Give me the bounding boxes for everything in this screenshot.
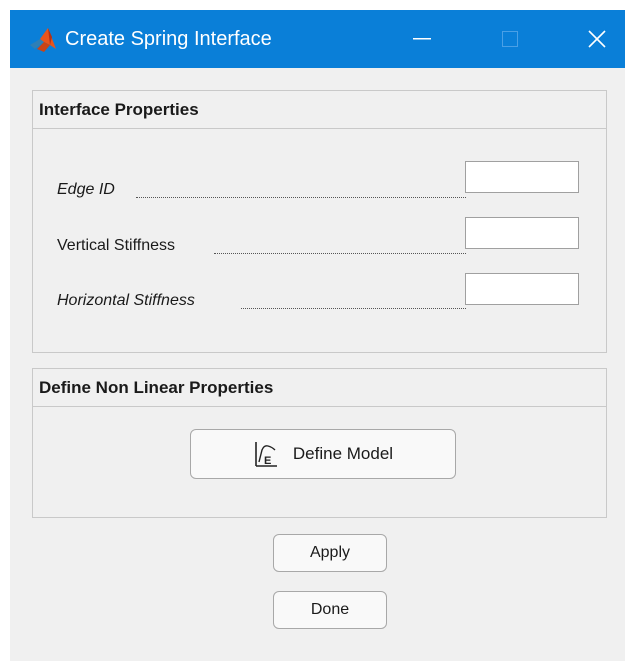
vertical-stiffness-label: Vertical Stiffness (57, 237, 175, 254)
apply-button[interactable]: Apply (273, 534, 387, 572)
maximize-button[interactable] (480, 10, 540, 68)
define-model-label: Define Model (292, 444, 394, 463)
edge-id-input[interactable] (465, 161, 579, 193)
edge-id-label: Edge ID (57, 181, 115, 198)
dialog-window: Create Spring Interface Interface Proper… (10, 10, 625, 661)
horizontal-stiffness-leader-dots (241, 308, 466, 309)
nonlinear-properties-header: Define Non Linear Properties (33, 369, 606, 407)
vertical-stiffness-input[interactable] (465, 217, 579, 249)
interface-properties-header: Interface Properties (33, 91, 606, 129)
minimize-icon (413, 38, 431, 40)
matlab-logo-icon (30, 28, 56, 52)
window-title: Create Spring Interface (65, 28, 272, 50)
close-icon (588, 30, 606, 48)
interface-properties-panel: Interface Properties Edge ID Vertical St… (32, 90, 607, 353)
define-model-button[interactable]: E Define Model (190, 429, 456, 479)
minimize-button[interactable] (392, 10, 452, 68)
nonlinear-properties-panel: Define Non Linear Properties E Define Mo… (32, 368, 607, 518)
horizontal-stiffness-label: Horizontal Stiffness (57, 292, 195, 309)
close-button[interactable] (567, 10, 627, 68)
done-button[interactable]: Done (273, 591, 387, 629)
done-button-label: Done (310, 601, 350, 618)
edge-id-leader-dots (136, 197, 466, 198)
vertical-stiffness-leader-dots (214, 253, 466, 254)
svg-text:E: E (264, 455, 271, 467)
apply-button-label: Apply (309, 544, 351, 561)
title-bar[interactable]: Create Spring Interface (10, 10, 625, 68)
horizontal-stiffness-input[interactable] (465, 273, 579, 305)
maximize-icon (502, 31, 518, 47)
stress-strain-chart-icon: E (255, 442, 277, 467)
